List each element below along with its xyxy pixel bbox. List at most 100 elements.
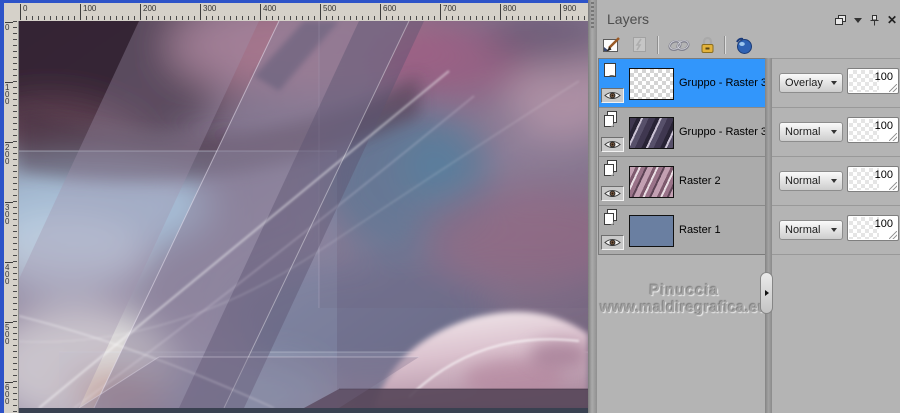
splitter-grip-icon — [591, 2, 594, 28]
eye-icon — [604, 140, 621, 149]
blend-mode-value: Normal — [785, 126, 821, 138]
ruler-label: 600 — [5, 382, 13, 406]
layer-properties-row: Normal 100 — [772, 206, 900, 255]
blend-mode-dropdown[interactable]: Overlay — [779, 73, 843, 93]
sphere-icon[interactable] — [734, 36, 753, 55]
layer-row-raster2[interactable]: Raster 2 — [599, 157, 766, 206]
layer-pages-icon — [602, 209, 620, 227]
close-icon[interactable]: ✕ — [887, 14, 897, 26]
eye-icon — [604, 189, 621, 198]
layer-list: Gruppo - Raster 3 Gruppo - Raster 3 Rast… — [598, 58, 768, 255]
layer-thumbnail[interactable] — [629, 215, 674, 247]
watermark: Pinuccia www.maldiregrafica.eu — [584, 282, 783, 316]
menu-arrow-icon[interactable] — [854, 17, 862, 23]
panel-title: Layers — [607, 11, 650, 27]
canvas-artwork — [19, 21, 588, 408]
blend-mode-value: Overlay — [785, 77, 823, 89]
layer-properties-row: Overlay 100 — [772, 59, 900, 108]
pin-icon[interactable] — [870, 14, 879, 26]
ruler-label: 600 — [380, 4, 396, 20]
ruler-label: 100 — [80, 4, 96, 20]
layer-panel-splitter[interactable] — [765, 58, 772, 413]
layer-properties-row: Normal 100 — [772, 157, 900, 206]
ruler-label: 0 — [5, 22, 13, 32]
ruler-label: 700 — [440, 4, 456, 20]
chevron-down-icon — [831, 130, 837, 134]
vertical-ruler: 0 100 200 300 400 500 600 — [4, 21, 19, 413]
float-icon[interactable] — [835, 15, 846, 25]
ruler-label: 400 — [260, 4, 276, 20]
layer-thumbnail[interactable] — [629, 166, 674, 198]
blend-mode-dropdown[interactable]: Normal — [779, 220, 843, 240]
vertical-ruler-ticks — [13, 21, 17, 413]
chevron-down-icon — [831, 228, 837, 232]
visibility-toggle[interactable] — [601, 235, 624, 250]
opacity-field[interactable]: 100 — [847, 117, 899, 143]
ruler-label: 200 — [140, 4, 156, 20]
resize-grip-icon[interactable] — [889, 133, 897, 141]
layer-pages-icon — [602, 111, 620, 129]
opacity-value: 100 — [874, 120, 893, 132]
edit-brush-icon[interactable] — [602, 36, 623, 55]
ruler-label: 0 — [20, 4, 27, 20]
chevron-down-icon — [831, 81, 837, 85]
layer-name: Gruppo - Raster 3 — [679, 77, 768, 89]
ruler-label: 300 — [5, 202, 13, 226]
canvas-window-bottom-edge — [18, 408, 588, 413]
ruler-label: 900 — [560, 4, 576, 20]
opacity-value: 100 — [874, 71, 893, 83]
ruler-label: 500 — [5, 322, 13, 346]
lock-icon[interactable] — [699, 36, 716, 55]
splitter-collapse-handle[interactable] — [760, 272, 773, 314]
horizontal-ruler: 0 100 200 300 400 500 600 700 800 900 — [18, 3, 588, 22]
opacity-field[interactable]: 100 — [847, 68, 899, 94]
arrow-right-icon — [764, 290, 769, 296]
ruler-label: 400 — [5, 262, 13, 286]
layer-name: Raster 2 — [679, 175, 721, 187]
visibility-toggle[interactable] — [601, 186, 624, 201]
ruler-label: 100 — [5, 82, 13, 106]
watermark-url: www.maldiregrafica.eu — [599, 299, 768, 316]
toolbar-separator — [657, 36, 659, 54]
layer-row-gruppo-raster3[interactable]: Gruppo - Raster 3 — [599, 108, 767, 157]
layer-row-raster1[interactable]: Raster 1 — [599, 206, 766, 254]
panel-window-controls: ✕ — [835, 13, 897, 27]
layer-row-gruppo-raster3-top[interactable]: Gruppo - Raster 3 — [599, 59, 768, 108]
app-window: 0 100 200 300 400 500 600 700 800 900 0 … — [0, 0, 900, 413]
page-disabled-icon — [631, 36, 649, 54]
resize-grip-icon[interactable] — [889, 231, 897, 239]
layer-properties-row: Normal 100 — [772, 108, 900, 157]
toolbar-separator — [724, 36, 726, 54]
link-chain-icon[interactable] — [667, 38, 691, 53]
watermark-name: Pinuccia — [649, 282, 720, 299]
blend-mode-value: Normal — [785, 175, 821, 187]
blend-mode-dropdown[interactable]: Normal — [779, 122, 843, 142]
opacity-field[interactable]: 100 — [847, 215, 899, 241]
ruler-corner-box — [4, 3, 19, 22]
layer-thumbnail[interactable] — [629, 117, 674, 149]
image-canvas[interactable] — [19, 21, 588, 408]
ruler-label: 800 — [500, 4, 516, 20]
layer-name: Raster 1 — [679, 224, 721, 236]
chevron-down-icon — [831, 179, 837, 183]
blend-mode-value: Normal — [785, 224, 821, 236]
resize-grip-icon[interactable] — [889, 84, 897, 92]
visibility-toggle[interactable] — [601, 137, 624, 152]
layers-toolbar — [602, 32, 753, 58]
opacity-field[interactable]: 100 — [847, 166, 899, 192]
resize-grip-icon[interactable] — [889, 182, 897, 190]
eye-icon — [604, 91, 621, 100]
layer-pages-icon — [602, 160, 620, 178]
layer-properties-column: Overlay 100 Normal 100 Normal 100 Normal… — [772, 58, 900, 255]
ruler-label: 200 — [5, 142, 13, 166]
layer-thumbnail[interactable] — [629, 68, 674, 100]
opacity-value: 100 — [874, 218, 893, 230]
panel-splitter[interactable] — [588, 0, 597, 413]
blend-mode-dropdown[interactable]: Normal — [779, 171, 843, 191]
layers-palette: Layers ✕ Gruppo - Raster 3 Gruppo - Rast… — [597, 0, 900, 413]
ruler-label: 500 — [320, 4, 336, 20]
ruler-label: 300 — [200, 4, 216, 20]
layer-page-icon — [602, 62, 620, 80]
visibility-toggle[interactable] — [601, 88, 624, 103]
eye-icon — [604, 238, 621, 247]
